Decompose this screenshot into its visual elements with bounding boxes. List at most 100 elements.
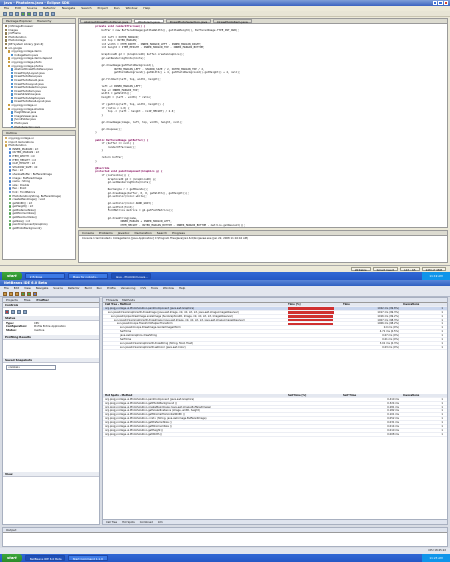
nb-menu-item-edit[interactable]: Edit xyxy=(14,286,19,291)
col-self-time[interactable]: Self Time xyxy=(343,394,403,397)
tab-hierarchy[interactable]: Hierarchy xyxy=(37,19,52,23)
snapshot-scope-select[interactable]: <Global> xyxy=(6,365,56,370)
nb-menu-item-file[interactable]: File xyxy=(4,286,9,291)
methods-selector[interactable]: Methods xyxy=(122,298,135,302)
taskbar-item-java[interactable]: Java - PhotoSlim.java... xyxy=(110,273,151,279)
col-hotspot-method[interactable]: Hot Spots - Method xyxy=(103,394,288,397)
run-project-icon[interactable] xyxy=(21,291,25,296)
reset-icon[interactable] xyxy=(11,310,15,314)
eclipse-toolbar xyxy=(0,11,450,17)
new-project-icon[interactable] xyxy=(3,291,7,296)
col-invocations[interactable]: Invocations xyxy=(403,303,443,306)
open-type-icon[interactable] xyxy=(39,12,43,16)
editor-tab[interactable]: Photolem.java xyxy=(134,19,164,24)
nb-menu-item-versioning[interactable]: Versioning xyxy=(121,286,136,291)
nb-menu-item-view[interactable]: View xyxy=(24,286,31,291)
hotspot-table: org.pixgy.collage.ui.PhotoSolution.paint… xyxy=(103,398,447,498)
netbeans-title: NetBeans IDE 6.0 Beta xyxy=(4,281,48,285)
print-icon[interactable] xyxy=(15,12,19,16)
nb-menu-item-tools[interactable]: Tools xyxy=(151,286,158,291)
col-self-pct[interactable]: Self time [%] xyxy=(288,394,343,397)
maximize-button[interactable] xyxy=(438,0,443,6)
hotspot-method: org.pixgy.collage.ui.PhotoSolution.paint… xyxy=(105,397,195,401)
tree-item[interactable]: PhotoSelection.java xyxy=(5,125,73,128)
netbeans-window: NetBeans IDE 6.0 Beta File Edit View Naviga… xyxy=(0,280,450,554)
call-time: 1007 ms (98.3%) xyxy=(377,318,399,322)
outline-item-label: createMainImage() : void xyxy=(12,198,45,202)
debug-icon[interactable] xyxy=(27,12,31,16)
results-tab-hot-spots[interactable]: Hot Spots xyxy=(122,520,135,524)
col-method[interactable]: Call Tree - Method xyxy=(103,303,288,306)
taskbar-item-eclipse[interactable]: 2 Eclipse xyxy=(24,273,65,279)
outline-item-label: org.pixgy.collage.ui xyxy=(8,137,34,141)
open-project-icon[interactable] xyxy=(9,291,13,296)
nb-menu-item-build[interactable]: Build xyxy=(85,286,92,291)
save-all-icon[interactable] xyxy=(15,291,19,296)
tab-projects[interactable]: Projects xyxy=(6,298,18,302)
save-icon[interactable] xyxy=(9,12,13,16)
editor-tab[interactable]: AbstractDrawPhotoPanel.java xyxy=(80,19,133,24)
col-time[interactable]: Time xyxy=(343,303,403,306)
col-time-pct[interactable]: Time [%] xyxy=(288,303,343,306)
nb-menu-item-refactor[interactable]: Refactor xyxy=(68,286,80,291)
console-tab-problems[interactable]: Problems xyxy=(99,231,113,235)
outline-item[interactable]: getPhotoBackground() xyxy=(5,226,73,231)
call-invocations: 1 xyxy=(441,314,443,318)
run-icon[interactable] xyxy=(21,12,25,16)
editor-tab[interactable]: DrawPhotoItem.java xyxy=(213,19,252,24)
forward-icon[interactable] xyxy=(51,12,55,16)
call-invocations: 1 xyxy=(441,322,443,326)
table-row[interactable]: sun.java2d.SunGraphics2D.setColor (java.… xyxy=(103,346,447,350)
search-icon[interactable] xyxy=(33,12,37,16)
debug-project-icon[interactable] xyxy=(27,291,31,296)
close-button[interactable] xyxy=(443,0,448,6)
taskbar-item-netbeans[interactable]: NetBeans IDE 6.0 Beta xyxy=(24,555,65,561)
console-tab-javadoc[interactable]: Javadoc xyxy=(118,231,130,235)
nb-menu-item-source[interactable]: Source xyxy=(53,286,63,291)
back-icon[interactable] xyxy=(45,12,49,16)
console-tab-declaration[interactable]: Declaration xyxy=(134,231,151,235)
nb-menu-item-profile[interactable]: Profile xyxy=(107,286,116,291)
gc-icon[interactable] xyxy=(17,310,21,314)
start-button-2[interactable]: start xyxy=(2,554,22,562)
output-tab[interactable]: Output xyxy=(3,528,447,533)
view-header[interactable]: View xyxy=(3,471,99,477)
status-memory[interactable]: 22M of 48M xyxy=(421,267,446,272)
new-icon[interactable] xyxy=(3,12,7,16)
tab-files[interactable]: Files xyxy=(24,298,31,302)
control-buttons xyxy=(3,308,99,316)
taskbar-top: start 2 Eclipse Mess for nobody... Java … xyxy=(0,272,450,280)
console-tab-console[interactable]: Console xyxy=(82,231,94,235)
taskbar-item-messenger[interactable]: Mess for nobody... xyxy=(67,273,108,279)
hotspot-method: org.pixgy.collage.ui.PhotoSolution.getPh… xyxy=(105,401,177,405)
snapshot-icon[interactable] xyxy=(23,310,27,314)
console-tab-progress[interactable]: Progress xyxy=(172,231,185,235)
table-row[interactable]: org.pixgy.collage.ui.PhotoSolution.getWi… xyxy=(103,433,447,437)
taskbar-item-command[interactable]: Start Command 1.1.0 xyxy=(67,555,108,561)
tab-profiler[interactable]: Profiler xyxy=(36,298,49,302)
hotspot-method: org.pixgy.collage.ui.PhotoSolution.creat… xyxy=(105,405,212,409)
nb-menu-item-help[interactable]: Help xyxy=(179,286,185,291)
results-tab-combined[interactable]: Combined xyxy=(140,520,153,524)
hotspot-method: org.pixgy.collage.ui.PhotoSolution.getHe… xyxy=(105,428,164,432)
start-button[interactable]: start xyxy=(2,272,22,280)
time-bar xyxy=(288,307,334,310)
nb-menu-item-run[interactable]: Run xyxy=(97,286,102,291)
threads-tab[interactable]: Threads xyxy=(106,298,118,302)
nb-menu-item-navigate[interactable]: Navigate xyxy=(36,286,49,291)
nb-menu-item-cvs[interactable]: CVS xyxy=(140,286,146,291)
results-tab-info[interactable]: Info xyxy=(158,520,163,524)
minimize-button[interactable] xyxy=(432,0,437,6)
tab-package-explorer[interactable]: Package Explorer xyxy=(6,19,32,23)
code-text[interactable]: private void renderOffscreen() { buffer … xyxy=(79,24,447,227)
col-hotspot-invocations[interactable]: Invocations xyxy=(403,394,443,397)
stop-icon[interactable] xyxy=(5,310,9,314)
nb-menu-item-window[interactable]: Window xyxy=(163,286,174,291)
call-tree-method: sun.java2d.SunGraphics2D.drawImage (java… xyxy=(108,310,239,314)
editor-tab[interactable]: DrawPhotoSelection.java xyxy=(165,19,212,24)
call-time: 1017 ms (99.3%) xyxy=(377,310,399,314)
console-tab-search[interactable]: Search xyxy=(157,231,167,235)
profile-project-icon[interactable] xyxy=(33,291,37,296)
hotspot-method: org.pixgy.collage.ui.PhotoSolution.getMi… xyxy=(105,413,185,417)
results-tab-call-tree[interactable]: Call Tree xyxy=(106,520,117,524)
